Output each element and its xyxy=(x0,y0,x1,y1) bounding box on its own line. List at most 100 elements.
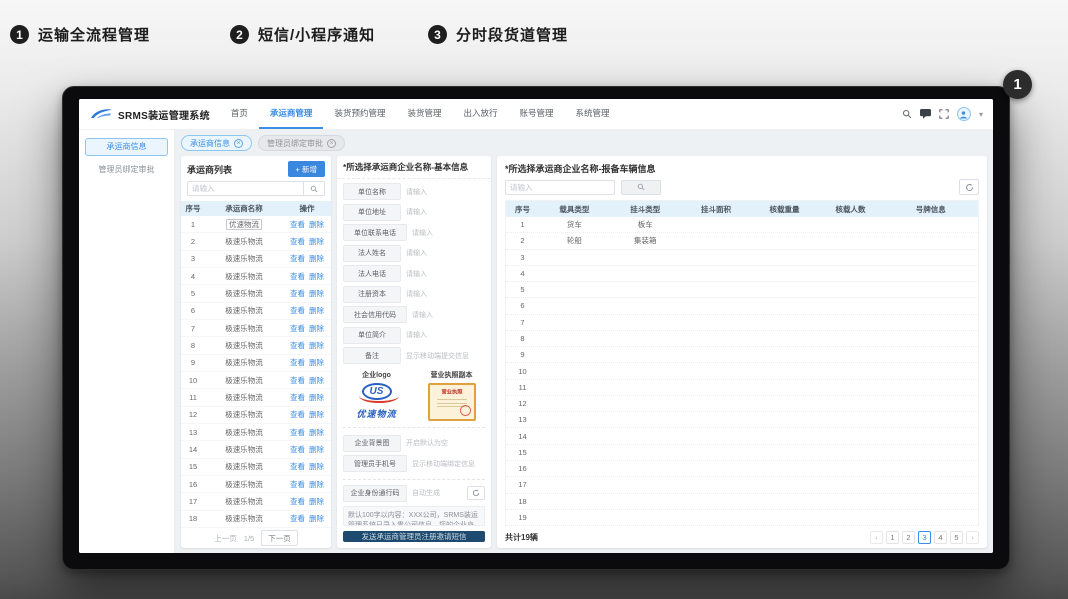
nav-item[interactable]: 出入放行 xyxy=(452,99,508,129)
vehicle-search-button[interactable] xyxy=(621,180,661,195)
sidebar-item[interactable]: 承运商信息 xyxy=(85,138,168,156)
vehicle-row[interactable]: 14 xyxy=(506,428,978,444)
vehicle-row[interactable]: 16 xyxy=(506,461,978,477)
carrier-row[interactable]: 13极速乐物流查看删除 xyxy=(181,424,331,441)
nav-item[interactable]: 首页 xyxy=(220,99,259,129)
nav-item[interactable]: 装货预约管理 xyxy=(323,99,396,129)
field-value[interactable]: 请输入 xyxy=(406,269,427,279)
field-value[interactable]: 请输入 xyxy=(412,228,433,238)
pager-prev-icon[interactable]: ‹ xyxy=(870,531,883,544)
delete-link[interactable]: 删除 xyxy=(309,410,324,419)
delete-link[interactable]: 删除 xyxy=(309,272,324,281)
vehicle-row[interactable]: 1货车板车 xyxy=(506,217,978,233)
field-value[interactable]: 请输入 xyxy=(406,207,427,217)
field-value[interactable]: 请输入 xyxy=(406,330,427,340)
vehicle-refresh-button[interactable] xyxy=(959,179,979,195)
vehicle-row[interactable]: 5 xyxy=(506,282,978,298)
view-link[interactable]: 查看 xyxy=(290,514,305,523)
view-link[interactable]: 查看 xyxy=(290,341,305,350)
vehicle-row[interactable]: 18 xyxy=(506,494,978,510)
delete-link[interactable]: 删除 xyxy=(309,341,324,350)
delete-link[interactable]: 删除 xyxy=(309,306,324,315)
carrier-row[interactable]: 2极速乐物流查看删除 xyxy=(181,233,331,250)
vehicle-row[interactable]: 10 xyxy=(506,363,978,379)
send-invite-sms-button[interactable]: 发送承运商管理员注册邀请短信 xyxy=(343,531,485,542)
fullscreen-icon[interactable] xyxy=(939,109,949,119)
delete-link[interactable]: 删除 xyxy=(309,289,324,298)
vehicle-row[interactable]: 19 xyxy=(506,510,978,526)
vehicle-row[interactable]: 12 xyxy=(506,396,978,412)
company-logo-block[interactable]: 企业logo US 优速物流 xyxy=(341,370,412,421)
delete-link[interactable]: 删除 xyxy=(309,324,324,333)
pager-page[interactable]: 2 xyxy=(902,531,915,544)
carrier-search-input[interactable] xyxy=(187,181,303,196)
view-link[interactable]: 查看 xyxy=(290,324,305,333)
view-link[interactable]: 查看 xyxy=(290,410,305,419)
view-link[interactable]: 查看 xyxy=(290,480,305,489)
carrier-row[interactable]: 14极速乐物流查看删除 xyxy=(181,441,331,458)
view-link[interactable]: 查看 xyxy=(290,289,305,298)
view-link[interactable]: 查看 xyxy=(290,272,305,281)
view-link[interactable]: 查看 xyxy=(290,220,305,229)
nav-item[interactable]: 装货管理 xyxy=(396,99,452,129)
delete-link[interactable]: 删除 xyxy=(309,514,324,523)
vehicle-row[interactable]: 4 xyxy=(506,266,978,282)
view-link[interactable]: 查看 xyxy=(290,358,305,367)
carrier-row[interactable]: 17极速乐物流查看删除 xyxy=(181,493,331,510)
delete-link[interactable]: 删除 xyxy=(309,254,324,263)
vehicle-row[interactable]: 6 xyxy=(506,298,978,314)
view-link[interactable]: 查看 xyxy=(290,237,305,246)
vehicle-search-input[interactable] xyxy=(505,180,615,195)
carrier-row[interactable]: 4极速乐物流查看删除 xyxy=(181,268,331,285)
tab-close-icon[interactable]: × xyxy=(327,139,336,148)
carrier-row[interactable]: 1优速物流查看删除 xyxy=(181,216,331,233)
carrier-row[interactable]: 8极速乐物流查看删除 xyxy=(181,337,331,354)
delete-link[interactable]: 删除 xyxy=(309,237,324,246)
view-link[interactable]: 查看 xyxy=(290,393,305,402)
search-icon[interactable] xyxy=(902,109,912,119)
pager-page[interactable]: 1 xyxy=(886,531,899,544)
pager-page[interactable]: 4 xyxy=(934,531,947,544)
field-value[interactable]: 请输入 xyxy=(406,248,427,258)
carrier-row[interactable]: 7极速乐物流查看删除 xyxy=(181,320,331,337)
carrier-row[interactable]: 15极速乐物流查看删除 xyxy=(181,459,331,476)
carrier-row[interactable]: 5极速乐物流查看删除 xyxy=(181,285,331,302)
pager-page[interactable]: 5 xyxy=(950,531,963,544)
view-link[interactable]: 查看 xyxy=(290,462,305,471)
delete-link[interactable]: 删除 xyxy=(309,462,324,471)
caret-down-icon[interactable]: ▾ xyxy=(979,110,983,119)
tab[interactable]: 承运商信息× xyxy=(181,135,252,151)
carrier-row[interactable]: 11极速乐物流查看删除 xyxy=(181,389,331,406)
delete-link[interactable]: 删除 xyxy=(309,480,324,489)
field-value[interactable]: 请输入 xyxy=(412,310,433,320)
view-link[interactable]: 查看 xyxy=(290,445,305,454)
field-value[interactable]: 显示移动端绑定信息 xyxy=(412,459,475,469)
sidebar-item[interactable]: 管理员绑定审批 xyxy=(85,162,168,180)
delete-link[interactable]: 删除 xyxy=(309,497,324,506)
delete-link[interactable]: 删除 xyxy=(309,393,324,402)
vehicle-row[interactable]: 8 xyxy=(506,331,978,347)
business-license-block[interactable]: 营业执照副本 营业执照 xyxy=(416,370,487,421)
view-link[interactable]: 查看 xyxy=(290,497,305,506)
carrier-row[interactable]: 16极速乐物流查看删除 xyxy=(181,476,331,493)
carrier-row[interactable]: 6极速乐物流查看删除 xyxy=(181,303,331,320)
sms-preview-textarea[interactable]: 默认100字以内容：XXX公司，SRMS装运管理系统已录入贵公司信息，您的企业身… xyxy=(343,506,485,527)
vehicle-row[interactable]: 13 xyxy=(506,412,978,428)
delete-link[interactable]: 删除 xyxy=(309,445,324,454)
carrier-row[interactable]: 10极速乐物流查看删除 xyxy=(181,372,331,389)
message-icon[interactable] xyxy=(920,109,931,119)
tab[interactable]: 管理员绑定审批× xyxy=(258,135,345,151)
pager-next-icon[interactable]: › xyxy=(966,531,979,544)
add-carrier-button[interactable]: + 新增 xyxy=(288,161,325,177)
vehicle-row[interactable]: 11 xyxy=(506,380,978,396)
delete-link[interactable]: 删除 xyxy=(309,358,324,367)
vehicle-row[interactable]: 3 xyxy=(506,250,978,266)
field-value[interactable]: 显示移动端提交信息 xyxy=(406,351,469,361)
delete-link[interactable]: 删除 xyxy=(309,428,324,437)
nav-item[interactable]: 账号管理 xyxy=(508,99,564,129)
carrier-row[interactable]: 9极速乐物流查看删除 xyxy=(181,355,331,372)
vehicle-row[interactable]: 17 xyxy=(506,477,978,493)
nav-item[interactable]: 系统管理 xyxy=(565,99,621,129)
vehicle-row[interactable]: 2轮船集装箱 xyxy=(506,233,978,249)
avatar[interactable] xyxy=(957,107,971,121)
